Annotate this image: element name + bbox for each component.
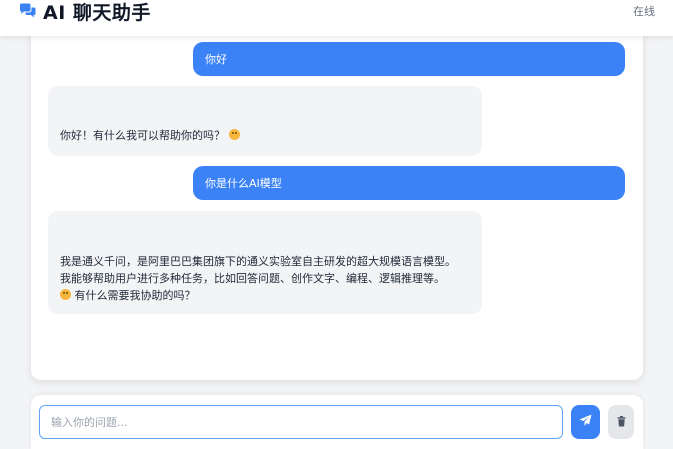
chat-messages-panel[interactable]: 你好 你好！有什么我可以帮助你的吗？ 你是什么AI模型 我是通义千问，是阿里巴巴… [31, 30, 643, 380]
assistant-message-line: 有什么需要我协助的吗？ [74, 289, 196, 302]
chat-input[interactable] [39, 405, 563, 439]
user-message: 你好 [193, 42, 625, 76]
assistant-message-line: 我能够帮助用户进行多种任务，比如回答问题、创作文字、编程、逻辑推理等。 [60, 272, 445, 285]
smile-emoji-icon [228, 129, 240, 140]
composer-panel [31, 395, 643, 449]
trash-icon [617, 415, 626, 430]
assistant-message: 你好！有什么我可以帮助你的吗？ [48, 86, 482, 156]
user-message-text: 你好 [205, 52, 227, 66]
app-header: AI 聊天助手 在线 [0, 0, 673, 36]
connection-status: 在线 [633, 5, 655, 18]
clear-chat-button[interactable] [608, 405, 634, 439]
assistant-message-text: 你好！有什么我可以帮助你的吗？ [60, 129, 225, 142]
assistant-message-line: 我是通义千问，是阿里巴巴集团旗下的通义实验室自主研发的超大规模语言模型。 [60, 255, 456, 268]
user-message-text: 你是什么AI模型 [205, 176, 282, 190]
send-button[interactable] [571, 405, 600, 439]
comments-icon [18, 3, 37, 19]
smile-emoji-icon [60, 289, 71, 300]
assistant-message: 我是通义千问，是阿里巴巴集团旗下的通义实验室自主研发的超大规模语言模型。 我能够… [48, 211, 482, 314]
brand: AI 聊天助手 [18, 0, 151, 24]
app-title: AI 聊天助手 [43, 1, 151, 24]
user-message: 你是什么AI模型 [193, 166, 625, 200]
paper-plane-icon [579, 414, 592, 430]
